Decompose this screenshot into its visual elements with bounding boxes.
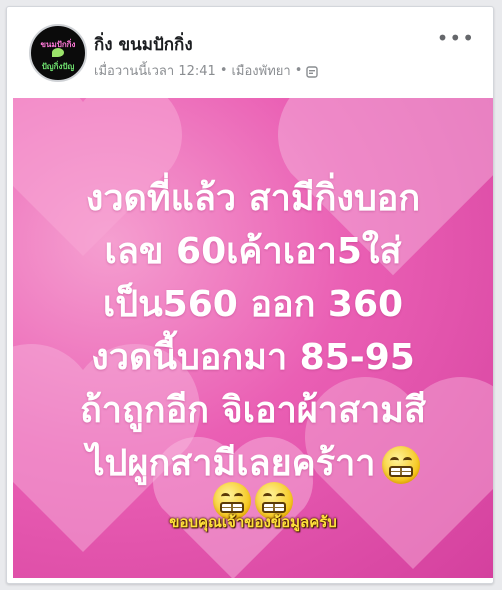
avatar[interactable]: ขนมปักกิ่ง ปัญกิ่งปัญ	[29, 24, 87, 82]
text-line: ไปผูกสามีเลยคร้าา	[86, 443, 376, 484]
meta-separator-2: •	[294, 63, 303, 78]
leaf-icon	[52, 48, 64, 57]
post-image[interactable]: งวดที่แล้ว สามีกิ่งบอก เลข 60เค้าเอา5ใส่…	[13, 98, 493, 578]
author-name[interactable]: กิ่ง ขนมปักกิ่ง	[94, 31, 193, 58]
post-location[interactable]: เมืองพัทยา	[231, 60, 290, 81]
post-card: ขนมปักกิ่ง ปัญกิ่งปัญ กิ่ง ขนมปักกิ่ง เม…	[6, 6, 494, 584]
text-line: งวดนี้บอกมา 85-95	[91, 337, 415, 378]
image-caption: ขอบคุณเจ้าของข้อมูลครับ	[169, 513, 337, 531]
more-options-button[interactable]: •••	[437, 28, 475, 48]
post-meta: เมื่อวานนี้เวลา 12:41 • เมืองพัทยา •	[94, 60, 319, 81]
text-line: เลข 60เค้าเอา5ใส่	[104, 231, 402, 272]
globe-icon[interactable]	[306, 65, 319, 78]
post-image-text: งวดที่แล้ว สามีกิ่งบอก เลข 60เค้าเอา5ใส่…	[13, 172, 493, 490]
text-line: งวดที่แล้ว สามีกิ่งบอก	[85, 178, 421, 219]
text-line: เป็น560 ออก 360	[102, 284, 404, 325]
grimacing-face-icon	[381, 446, 420, 484]
post-timestamp[interactable]: เมื่อวานนี้เวลา 12:41	[94, 60, 216, 81]
avatar-text-bottom: ปัญกิ่งปัญ	[41, 62, 75, 71]
meta-separator: •	[219, 63, 228, 78]
text-line: ถ้าถูกอีก จิเอาผ้าสามสี	[80, 390, 426, 431]
